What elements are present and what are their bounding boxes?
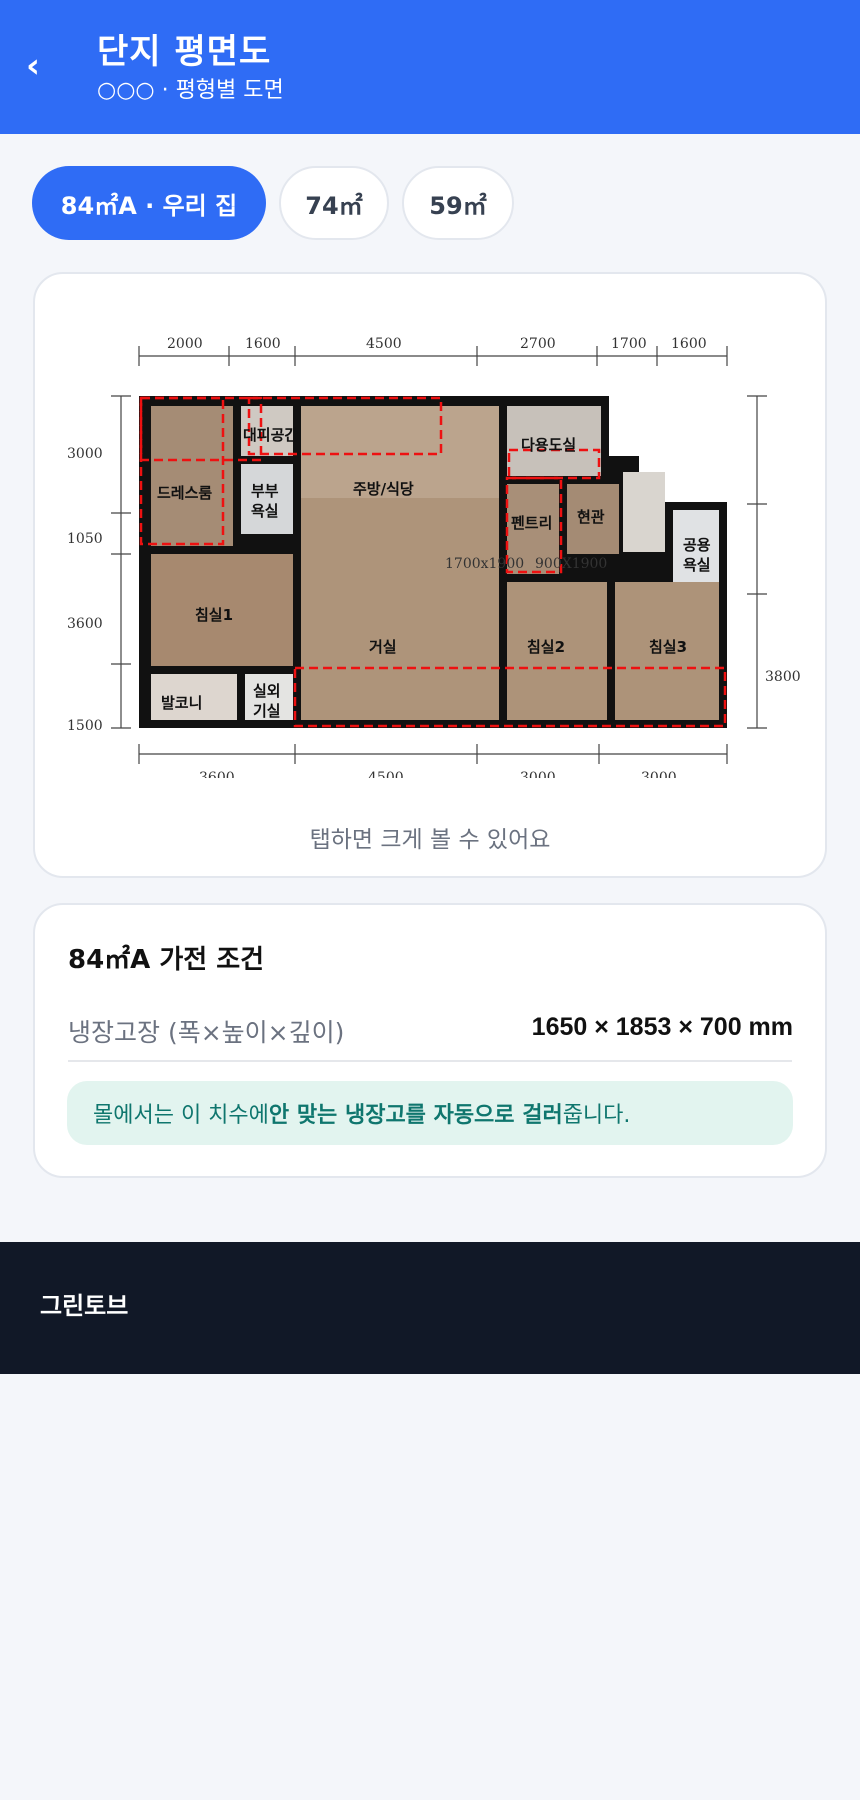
room-bed3: 침실3 — [649, 638, 687, 656]
page-title: 단지 평면도 — [97, 32, 272, 72]
footer-brand: 그린토브 — [40, 1292, 129, 1320]
tab-74[interactable]: 74㎡ — [279, 166, 389, 240]
dim-bottom-2: 4500 — [368, 770, 404, 778]
dim-top-1: 2000 — [167, 336, 203, 352]
dim-top-5: 1700 — [611, 336, 647, 352]
fridge-dimension-value: 1650 × 1853 × 700 mm — [531, 1013, 793, 1041]
floorplan-card[interactable]: 2000 1600 4500 2700 1700 1600 3600 4500 … — [33, 272, 827, 878]
room-outdoor-2: 기실 — [253, 702, 281, 720]
dim-bottom-1: 3600 — [199, 770, 235, 778]
room-dress: 드레스룸 — [157, 484, 212, 502]
room-master-bath-2: 욕실 — [251, 502, 279, 520]
floorplan-hint: 탭하면 크게 볼 수 있어요 — [309, 827, 551, 853]
dim-bottom-3: 3000 — [520, 770, 556, 778]
footer: 그린토브 — [0, 1242, 860, 1374]
app-header: ‹ 단지 평면도 ○○○ · 평형별 도면 — [0, 0, 860, 134]
divider — [68, 1060, 792, 1062]
room-bed2: 침실2 — [527, 638, 565, 656]
dim-top-3: 4500 — [366, 336, 402, 352]
room-bed1: 침실1 — [195, 606, 233, 624]
fridge-slot-2: 900X1900 — [535, 556, 607, 572]
room-pantry: 펜트리 — [511, 514, 552, 532]
dim-top-2: 1600 — [245, 336, 281, 352]
chevron-left-icon: ‹ — [25, 46, 40, 86]
room-master-bath-1: 부부 — [251, 482, 279, 500]
tab-84a[interactable]: 84㎡A · 우리 집 — [32, 166, 266, 240]
dim-bottom-4: 3000 — [641, 770, 677, 778]
dim-left-4: 1500 — [67, 718, 103, 734]
room-common-bath-2: 욕실 — [683, 556, 711, 574]
dim-left-1: 3000 — [67, 446, 103, 462]
room-entrance: 현관 — [577, 508, 605, 526]
room-kitchen: 주방/식당 — [353, 480, 414, 498]
unit-type-tabs: 84㎡A · 우리 집 74㎡ 59㎡ — [32, 166, 514, 240]
floorplan-image: 2000 1600 4500 2700 1700 1600 3600 4500 … — [67, 336, 801, 778]
notice-text-bold: 안 맞는 냉장고를 자동으로 걸러 — [268, 1103, 563, 1128]
room-living: 거실 — [369, 638, 397, 656]
room-balcony: 발코니 — [161, 694, 202, 712]
room-outdoor-1: 실외 — [253, 682, 281, 700]
dim-top-6: 1600 — [671, 336, 707, 352]
page-subtitle: ○○○ · 평형별 도면 — [97, 78, 284, 103]
tab-59[interactable]: 59㎡ — [402, 166, 514, 240]
fridge-slot-1: 1700x1900 — [445, 556, 524, 572]
room-utility: 다용도실 — [521, 436, 576, 454]
dim-left-3: 3600 — [67, 616, 103, 632]
dim-left-2: 1050 — [67, 531, 103, 547]
notice-text-post: 줍니다. — [562, 1103, 631, 1128]
conditions-title: 84㎡A 가전 조건 — [68, 945, 265, 975]
dim-top-4: 2700 — [520, 336, 556, 352]
fridge-dimension-label: 냉장고장 (폭×높이×깊이) — [68, 1018, 345, 1047]
filter-notice: 몰에서는 이 치수에 안 맞는 냉장고를 자동으로 걸러 줍니다. — [67, 1081, 793, 1145]
room-common-bath-1: 공용 — [683, 536, 711, 554]
appliance-conditions-card: 84㎡A 가전 조건 냉장고장 (폭×높이×깊이) 1650 × 1853 × … — [33, 903, 827, 1178]
notice-text-pre: 몰에서는 이 치수에 — [93, 1103, 269, 1128]
back-button[interactable]: ‹ — [14, 44, 52, 88]
dim-right-1: 3800 — [765, 669, 801, 685]
room-evac: 대피공간 — [243, 426, 298, 444]
